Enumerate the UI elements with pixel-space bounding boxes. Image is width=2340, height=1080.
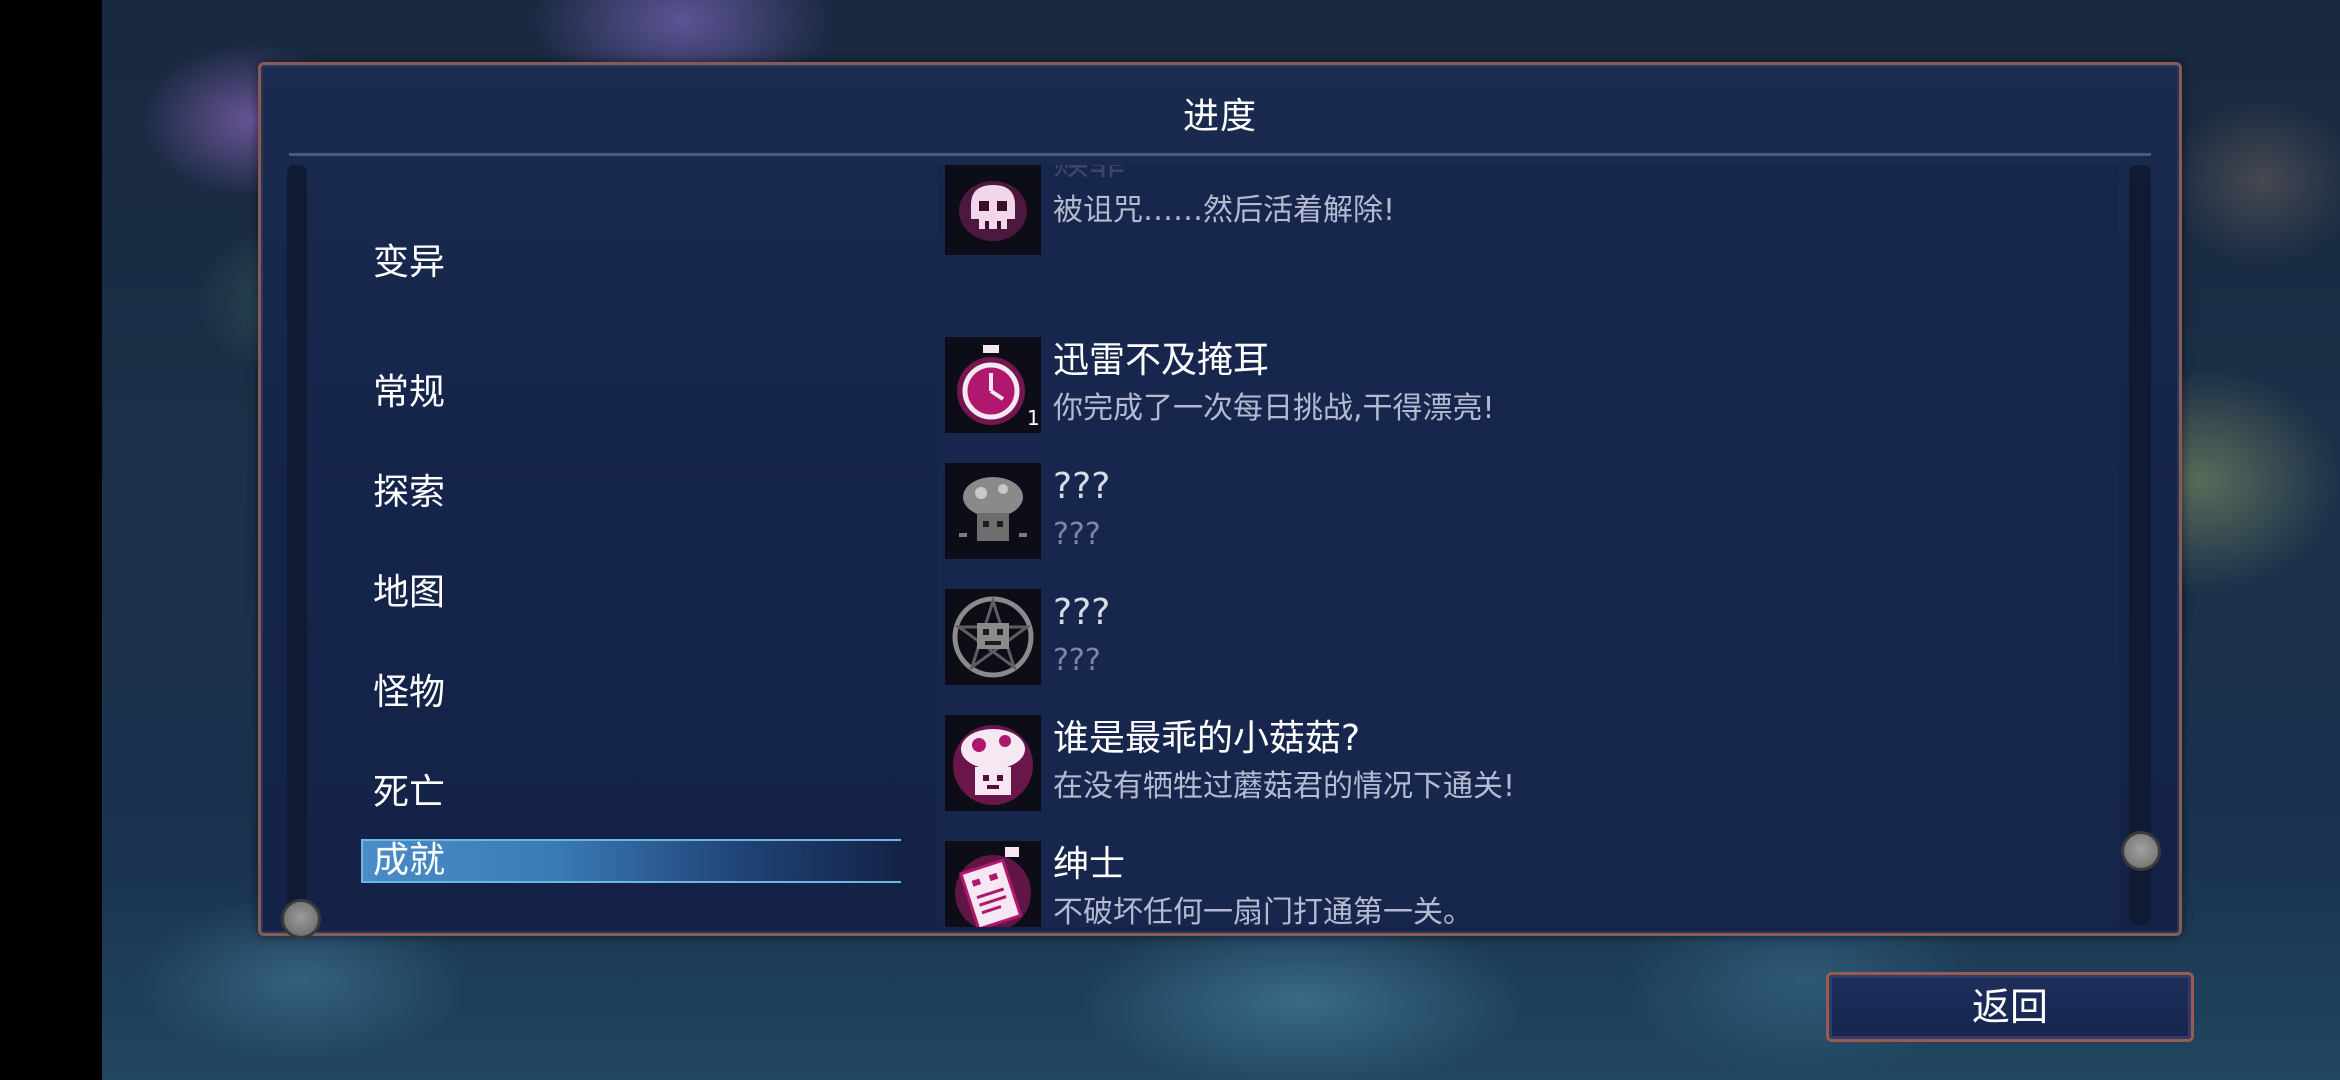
achievement-item[interactable]: 1 迅雷不及掩耳 你完成了一次每日挑战,干得漂亮! (937, 337, 2117, 447)
achievement-description: 不破坏任何一扇门打通第一关。 (1053, 895, 1473, 927)
category-general[interactable]: 常规 (373, 371, 445, 415)
achievement-item[interactable]: ??? ??? (937, 589, 2117, 699)
gentleman-card-icon (945, 841, 1041, 927)
category-exploration[interactable]: 探索 (373, 471, 445, 515)
count-badge: 1 (1027, 406, 1040, 430)
mushroom-creature-icon (945, 463, 1041, 559)
achievement-name: ??? (1053, 466, 1111, 507)
achievement-scrollbar-knob[interactable] (2121, 831, 2161, 871)
stopwatch-icon: 1 (945, 337, 1041, 433)
achievement-name: 绅士 (1053, 844, 1126, 885)
achievement-name: 赎罪 (1053, 165, 1125, 187)
achievement-description: ??? (1053, 517, 1101, 552)
achievement-description: 被诅咒……然后活着解除! (1053, 193, 1396, 228)
achievement-item[interactable]: 绅士 不破坏任何一扇门打通第一关。 (937, 841, 2117, 927)
achievement-name: 谁是最乖的小菇菇? (1053, 718, 1361, 759)
achievement-scrollbar-track[interactable] (2129, 165, 2151, 925)
cursed-skull-icon (945, 165, 1041, 255)
panel-title: 进度 (1182, 96, 1257, 137)
category-map[interactable]: 地图 (373, 571, 445, 615)
achievement-item[interactable]: 谁是最乖的小菇菇? 在没有牺牲过蘑菇君的情况下通关! (937, 715, 2117, 825)
progress-panel: 进度 变异 常规 探索 地图 怪物 死亡 成就 被诅咒……然后活着解除! 1 迅… (258, 62, 2182, 939)
game-screen: 进度 变异 常规 探索 地图 怪物 死亡 成就 被诅咒……然后活着解除! 1 迅… (0, 0, 2340, 1080)
achievement-description: 你完成了一次每日挑战,干得漂亮! (1053, 391, 1495, 426)
category-scrollbar-knob[interactable] (281, 899, 321, 939)
category-scrollbar-track[interactable] (287, 165, 307, 925)
achievement-description: ??? (1053, 643, 1101, 678)
back-button[interactable]: 返回 (1826, 972, 2194, 1042)
category-mutation[interactable]: 变异 (373, 241, 445, 285)
category-deaths[interactable]: 死亡 (373, 771, 445, 815)
achievement-item[interactable]: 赎罪 被诅咒……然后活着解除! (937, 165, 2117, 255)
mushroom-pet-icon (945, 715, 1041, 811)
category-achievements[interactable]: 成就 (373, 839, 445, 883)
achievement-name: ??? (1053, 592, 1111, 633)
achievement-item[interactable]: ??? ??? (937, 463, 2117, 573)
achievement-name: 迅雷不及掩耳 (1053, 340, 1270, 381)
category-monsters[interactable]: 怪物 (373, 671, 445, 715)
achievement-list[interactable]: 赎罪 被诅咒……然后活着解除! 1 迅雷不及掩耳 你完成了一次 (937, 165, 2119, 927)
title-divider (289, 153, 2151, 156)
achievement-description: 在没有牺牲过蘑菇君的情况下通关! (1053, 769, 1516, 804)
pentagram-demon-icon (945, 589, 1041, 685)
